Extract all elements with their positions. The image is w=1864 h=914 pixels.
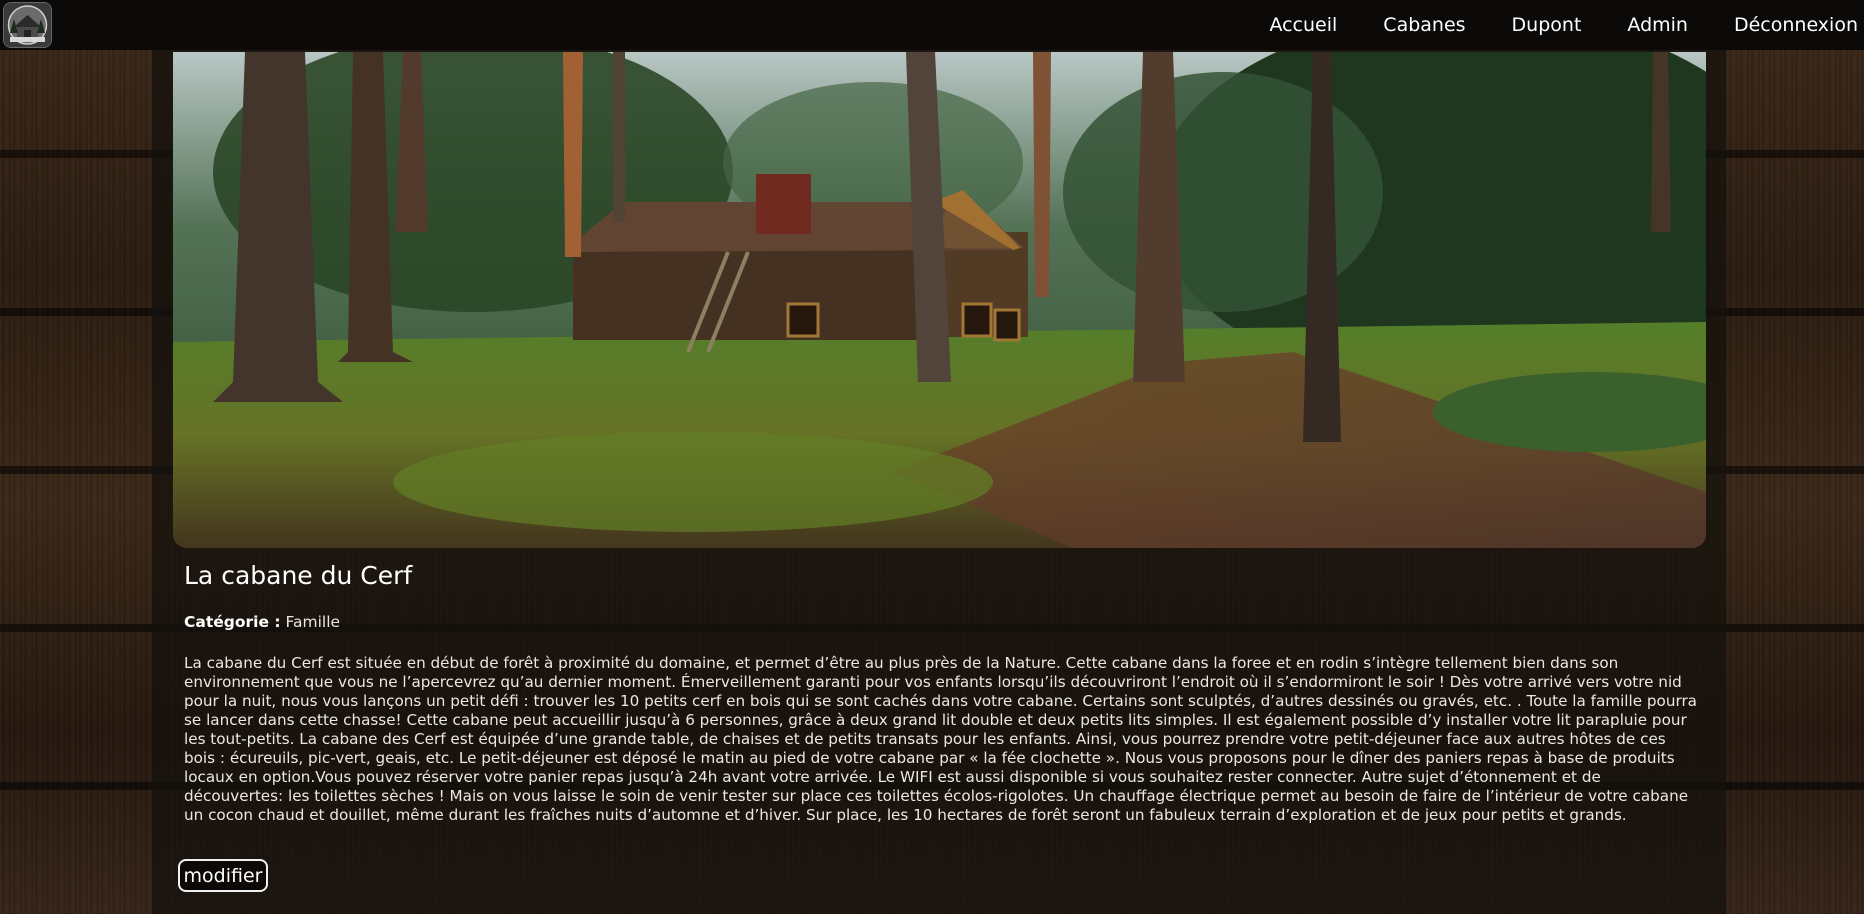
nav-link-admin[interactable]: Admin (1627, 14, 1688, 36)
cabin-category: Catégorie : Famille (184, 613, 340, 631)
main-navigation: Accueil Cabanes Dupont Admin Déconnexion (1223, 0, 1864, 50)
cabin-title: La cabane du Cerf (184, 561, 413, 590)
category-value: Famille (285, 613, 341, 631)
nav-link-accueil[interactable]: Accueil (1269, 14, 1337, 36)
category-label: Catégorie : (184, 613, 281, 631)
cabin-logo-icon[interactable] (3, 2, 52, 48)
nav-link-cabanes[interactable]: Cabanes (1383, 14, 1465, 36)
top-navbar: Accueil Cabanes Dupont Admin Déconnexion (0, 0, 1864, 50)
cabin-description: La cabane du Cerf est située en début de… (184, 654, 1697, 824)
forest-cabin-photo (173, 52, 1706, 548)
nav-link-dupont[interactable]: Dupont (1512, 14, 1582, 36)
nav-link-deconnexion[interactable]: Déconnexion (1734, 14, 1858, 36)
modify-button[interactable]: modifier (178, 859, 268, 892)
